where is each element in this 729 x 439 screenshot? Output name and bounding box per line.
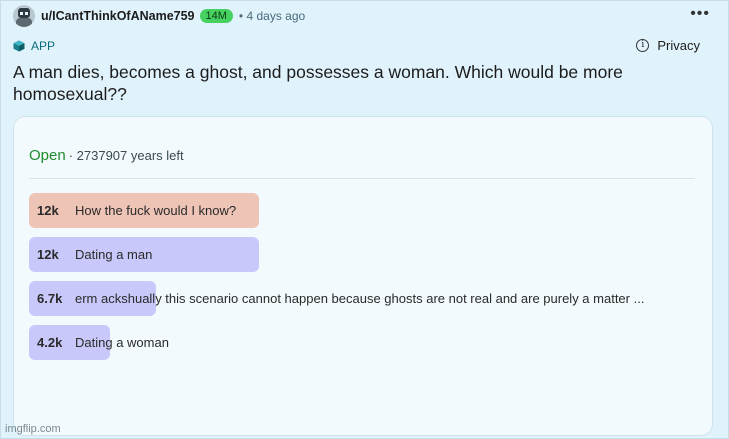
avatar[interactable] [13, 5, 35, 27]
privacy-label: Privacy [657, 38, 700, 53]
poll-option-count: 6.7k [37, 291, 63, 306]
poll-option[interactable]: 12k How the fuck would I know? [29, 193, 697, 228]
poll-option[interactable]: 6.7k erm ackshually this scenario cannot… [29, 281, 697, 316]
poll-option-count: 4.2k [37, 335, 63, 350]
karma-badge: 14M [199, 9, 233, 23]
poll-option-count: 12k [37, 247, 59, 262]
imgflip-watermark: imgflip.com [5, 423, 61, 435]
poll-time-left: · 2737907 years left [68, 148, 184, 163]
poll-status: Open · 2737907 years left [29, 147, 184, 164]
flair-tag[interactable]: APP [13, 39, 55, 53]
poll-option-label: Dating a man [75, 247, 153, 262]
poll-option[interactable]: 12k Dating a man [29, 237, 697, 272]
poll-option-label: Dating a woman [75, 335, 169, 350]
poll-option-label: erm ackshually this scenario cannot happ… [75, 291, 645, 306]
poll-container: Open · 2737907 years left 12k How the fu… [13, 116, 713, 436]
privacy-link[interactable]: i Privacy [636, 38, 700, 53]
poll-option-count: 12k [37, 203, 59, 218]
username-link[interactable]: u/ICantThinkOfAName759 [41, 9, 195, 23]
info-icon: i [636, 39, 650, 52]
post-title: A man dies, becomes a ghost, and possess… [13, 62, 623, 104]
post-header: u/ICantThinkOfAName759 14M • 4 days ago [13, 5, 305, 27]
poll-divider [29, 178, 695, 179]
post-card: u/ICantThinkOfAName759 14M • 4 days ago … [0, 0, 729, 439]
flair-label: APP [31, 39, 56, 53]
post-timestamp: • 4 days ago [238, 9, 306, 23]
poll-option-label: How the fuck would I know? [75, 203, 237, 218]
poll-open-label: Open [29, 147, 66, 164]
poll-option[interactable]: 4.2k Dating a woman [29, 325, 697, 360]
more-options-icon[interactable]: ••• [690, 5, 710, 23]
cube-icon [13, 40, 25, 52]
